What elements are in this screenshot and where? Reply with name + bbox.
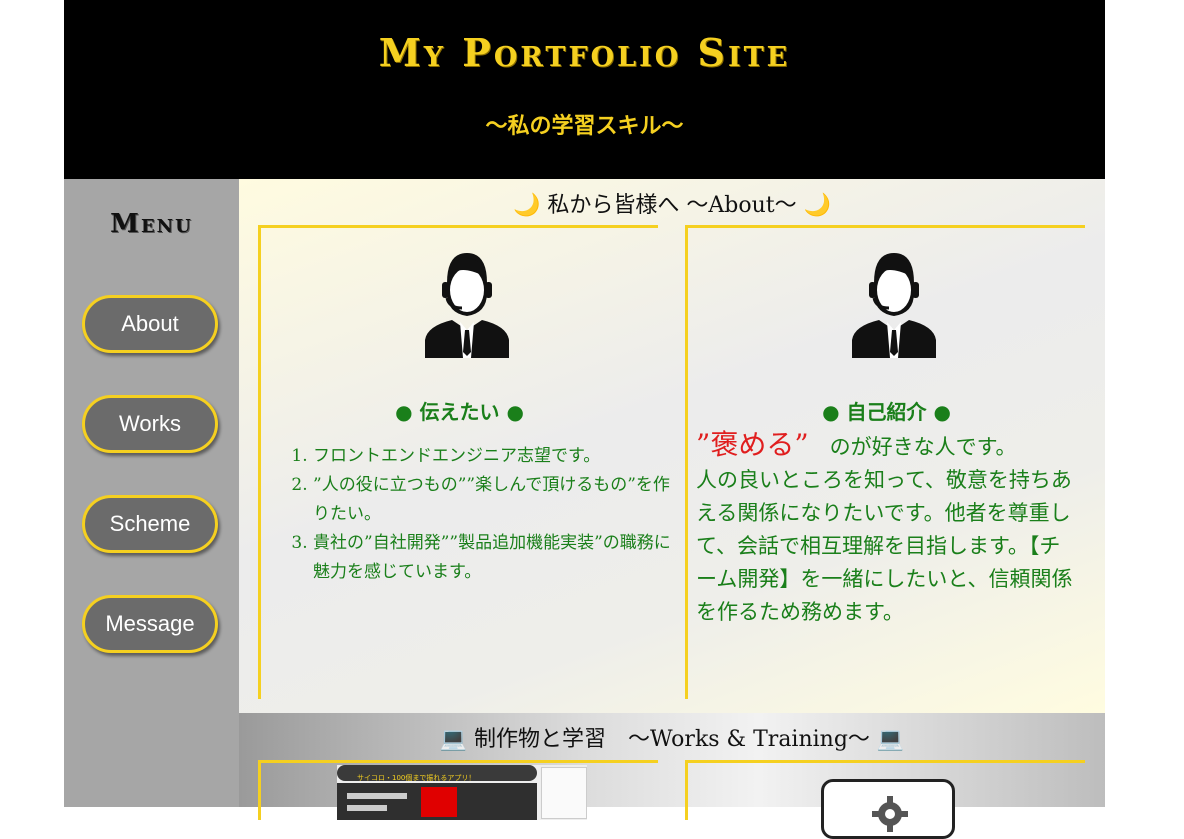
- works-heading: 💻 制作物と学習 〜Works & Training〜 💻: [439, 727, 905, 752]
- about-card-right: ● 自己紹介 ● ”褒める” のが好きな人です。 人の良いところを知って、敬意を…: [685, 225, 1085, 699]
- gear-icon: [872, 796, 908, 832]
- list-item: ”人の役に立つもの””楽しんで頂けるもの”を作りたい。: [313, 471, 673, 529]
- self-intro-text: ”褒める” のが好きな人です。 人の良いところを知って、敬意を持ちあえる関係にな…: [696, 428, 1081, 629]
- praise-word: ”褒める”: [696, 428, 809, 461]
- about-heading: 🌙 私から皆様へ 〜About〜 🌙: [513, 193, 831, 218]
- list-item: フロントエンドエンジニア志望です。: [313, 442, 673, 471]
- dice-app-thumbnail[interactable]: サイコロ・100個まで振れるアプリ！: [337, 765, 587, 820]
- nav-about-button[interactable]: About: [82, 295, 218, 353]
- settings-thumbnail[interactable]: [821, 779, 955, 839]
- praise-suffix: のが好きな人です。: [808, 435, 1017, 459]
- right-card-heading: ● 自己紹介 ●: [822, 400, 951, 424]
- self-intro-body: 人の良いところを知って、敬意を持ちあえる関係になりたいです。他者を尊重して、会話…: [696, 468, 1073, 624]
- sidebar: Menu About Works Scheme Message: [64, 179, 239, 807]
- nav-scheme-button[interactable]: Scheme: [82, 495, 218, 553]
- operator-avatar-icon: [425, 253, 509, 358]
- about-list: フロントエンドエンジニア志望です。 ”人の役に立つもの””楽しんで頂けるもの”を…: [289, 442, 673, 587]
- site-title: My Portfolio Site: [378, 30, 791, 75]
- left-card-heading: ● 伝えたい ●: [395, 400, 524, 424]
- nav-message-button[interactable]: Message: [82, 595, 218, 653]
- operator-avatar-icon: [852, 253, 936, 358]
- list-item: 貴社の”自社開発””製品追加機能実装”の職務に魅力を感じています。: [313, 529, 673, 587]
- works-section: 💻 制作物と学習 〜Works & Training〜 💻 サイコロ・100個ま…: [239, 713, 1105, 839]
- about-section: 🌙 私から皆様へ 〜About〜 🌙 ● 伝えたい ● フロントエンドエンジニア…: [239, 179, 1105, 713]
- site-header: My Portfolio Site 〜私の学習スキル〜: [64, 0, 1105, 179]
- about-card-left: ● 伝えたい ● フロントエンドエンジニア志望です。 ”人の役に立つもの””楽し…: [258, 225, 671, 699]
- menu-title: Menu: [110, 209, 193, 239]
- works-card-right[interactable]: [685, 760, 1085, 839]
- site-subtitle: 〜私の学習スキル〜: [485, 114, 684, 139]
- nav-works-button[interactable]: Works: [82, 395, 218, 453]
- works-card-left[interactable]: サイコロ・100個まで振れるアプリ！: [258, 760, 658, 820]
- thumb-title: サイコロ・100個まで振れるアプリ！: [357, 774, 476, 782]
